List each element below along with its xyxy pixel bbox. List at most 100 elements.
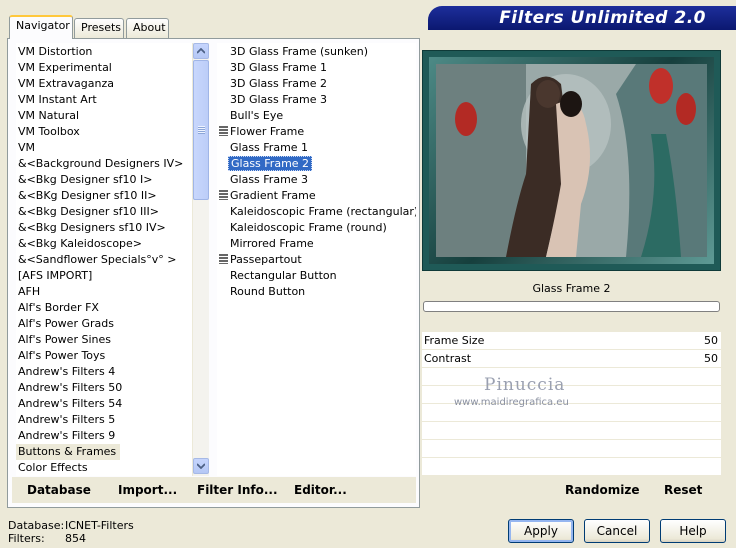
tab-presets[interactable]: Presets bbox=[74, 18, 124, 38]
category-item[interactable]: &<Background Designers IV> bbox=[16, 156, 192, 172]
preset-marker-icon bbox=[219, 254, 228, 264]
category-item[interactable]: &<Bkg Designer sf10 III> bbox=[16, 204, 192, 220]
scroll-up-button[interactable] bbox=[193, 43, 209, 59]
category-item[interactable]: VM Extravaganza bbox=[16, 76, 192, 92]
watermark-url: www.maidiregrafica.eu bbox=[454, 397, 569, 408]
category-list[interactable]: VM Distortion VM Experimental VM Extravaga… bbox=[16, 43, 192, 476]
category-item[interactable]: &<Sandflower Specials°v° > bbox=[16, 252, 192, 268]
filter-item[interactable]: Flower Frame bbox=[228, 125, 306, 138]
category-item[interactable]: Andrew's Filters 5 bbox=[16, 412, 192, 428]
filter-list[interactable]: 3D Glass Frame (sunken) 3D Glass Frame 1 3… bbox=[217, 43, 416, 476]
status-filters-value: 854 bbox=[65, 532, 86, 545]
param-row-empty bbox=[422, 368, 721, 386]
category-item[interactable]: Andrew's Filters 4 bbox=[16, 364, 192, 380]
scroll-down-button[interactable] bbox=[193, 458, 209, 474]
category-item[interactable]: Alf's Border FX bbox=[16, 300, 192, 316]
status-filters: Filters: 854 bbox=[8, 532, 86, 545]
category-item[interactable]: Andrew's Filters 50 bbox=[16, 380, 192, 396]
help-button[interactable]: Help bbox=[660, 519, 726, 543]
filter-item[interactable]: Kaleidoscopic Frame (rectangular) bbox=[228, 205, 416, 218]
filter-item[interactable]: 3D Glass Frame (sunken) bbox=[228, 45, 370, 58]
category-item[interactable]: Alf's Power Grads bbox=[16, 316, 192, 332]
param-row-empty bbox=[422, 458, 721, 476]
filter-item[interactable]: Glass Frame 1 bbox=[228, 141, 310, 154]
category-item[interactable]: VM Toolbox bbox=[16, 124, 192, 140]
status-db-value: ICNET-Filters bbox=[65, 519, 134, 532]
filter-item[interactable]: Kaleidoscopic Frame (round) bbox=[228, 221, 389, 234]
preset-marker-icon bbox=[219, 126, 228, 136]
preview-pane bbox=[422, 50, 721, 271]
filter-item[interactable]: 3D Glass Frame 3 bbox=[228, 93, 329, 106]
tab-navigator[interactable]: Navigator bbox=[9, 15, 73, 39]
param-label: Contrast bbox=[424, 352, 472, 365]
param-row-frame-size[interactable]: Frame Size 50 bbox=[422, 332, 721, 350]
filter-item[interactable]: 3D Glass Frame 1 bbox=[228, 61, 329, 74]
category-item[interactable]: VM Natural bbox=[16, 108, 192, 124]
reset-button[interactable]: Reset bbox=[664, 483, 702, 497]
param-value[interactable]: 50 bbox=[704, 332, 718, 349]
category-item[interactable]: &<Bkg Designer sf10 I> bbox=[16, 172, 192, 188]
randomize-button[interactable]: Randomize bbox=[565, 483, 639, 497]
glass-frame-border bbox=[429, 57, 714, 264]
import-button[interactable]: Import... bbox=[118, 483, 177, 497]
chevron-up-icon bbox=[197, 48, 205, 54]
filter-info-button[interactable]: Filter Info... bbox=[197, 483, 278, 497]
filter-item[interactable]: Passepartout bbox=[228, 253, 304, 266]
status-database: Database: ICNET-Filters bbox=[8, 519, 134, 532]
database-button[interactable]: Database bbox=[27, 483, 91, 497]
filter-item[interactable]: Round Button bbox=[228, 285, 307, 298]
status-db-label: Database: bbox=[8, 519, 65, 532]
category-item[interactable]: Color Effects bbox=[16, 460, 192, 476]
category-item[interactable]: VM Experimental bbox=[16, 60, 192, 76]
category-item[interactable]: Andrew's Filters 54 bbox=[16, 396, 192, 412]
category-item[interactable]: &<Bkg Designers sf10 IV> bbox=[16, 220, 192, 236]
status-filters-label: Filters: bbox=[8, 532, 45, 545]
param-row-contrast[interactable]: Contrast 50 bbox=[422, 350, 721, 368]
category-item[interactable]: Alf's Power Sines bbox=[16, 332, 192, 348]
category-item[interactable]: [AFS IMPORT] bbox=[16, 268, 192, 284]
category-item[interactable]: Andrew's Filters 9 bbox=[16, 428, 192, 444]
filter-item[interactable]: 3D Glass Frame 2 bbox=[228, 77, 329, 90]
tab-about[interactable]: About bbox=[126, 18, 169, 38]
filter-item[interactable]: Bull's Eye bbox=[228, 109, 285, 122]
category-scrollbar[interactable] bbox=[192, 43, 209, 476]
watermark-name: Pinuccia bbox=[484, 375, 566, 395]
progress-bar bbox=[423, 301, 720, 312]
command-bar: Database Import... Filter Info... Editor… bbox=[12, 477, 416, 503]
category-item[interactable]: VM Distortion bbox=[16, 44, 192, 60]
param-label: Frame Size bbox=[424, 334, 485, 347]
randomize-bar: Randomize Reset bbox=[422, 477, 721, 503]
cancel-button[interactable]: Cancel bbox=[584, 519, 650, 543]
category-item[interactable]: VM Instant Art bbox=[16, 92, 192, 108]
category-item[interactable]: Buttons & Frames bbox=[16, 444, 121, 460]
category-item[interactable]: &<Bkg Kaleidoscope> bbox=[16, 236, 192, 252]
param-row-empty bbox=[422, 440, 721, 458]
filter-item[interactable]: Glass Frame 2 bbox=[228, 156, 313, 171]
filter-item[interactable]: Rectangular Button bbox=[228, 269, 339, 282]
scroll-thumb[interactable] bbox=[193, 60, 209, 200]
category-item[interactable]: &<BKg Designer sf10 II> bbox=[16, 188, 192, 204]
filter-item[interactable]: Gradient Frame bbox=[228, 189, 318, 202]
category-item[interactable]: VM bbox=[16, 140, 192, 156]
category-item[interactable]: AFH bbox=[16, 284, 192, 300]
app-banner-title: Filters Unlimited 2.0 bbox=[428, 6, 736, 30]
category-item[interactable]: Alf's Power Toys bbox=[16, 348, 192, 364]
filter-item[interactable]: Mirrored Frame bbox=[228, 237, 316, 250]
param-value[interactable]: 50 bbox=[704, 350, 718, 367]
apply-button[interactable]: Apply bbox=[508, 519, 574, 543]
param-row-empty bbox=[422, 422, 721, 440]
editor-button[interactable]: Editor... bbox=[294, 483, 347, 497]
filter-item[interactable]: Glass Frame 3 bbox=[228, 173, 310, 186]
